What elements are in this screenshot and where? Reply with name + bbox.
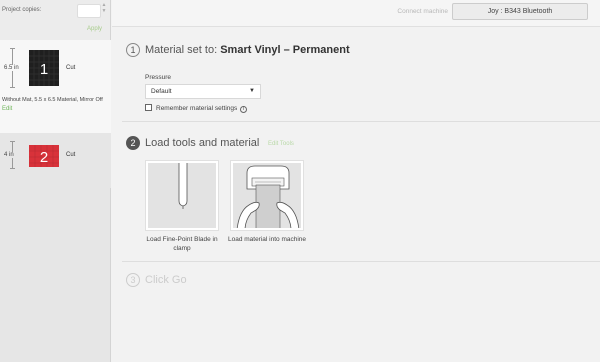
load-material-caption: Load material into machine: [227, 236, 307, 243]
mat-thumbnail-1[interactable]: 1: [29, 50, 59, 86]
apply-button[interactable]: Apply: [87, 26, 102, 32]
load-material-card: [230, 160, 304, 231]
mat-item-1[interactable]: 6.5 in 1 Cut Without Mat, 5.5 x 6.5 Mate…: [0, 40, 111, 133]
cut-label: Cut: [66, 65, 76, 71]
info-icon[interactable]: i: [240, 106, 248, 113]
mat-sidebar: Project copies: ▲ ▼ Apply 6.5 in 1 Cut Wi…: [0, 0, 111, 362]
remember-settings-row: Remember material settings i: [145, 104, 248, 113]
section-divider: [122, 261, 600, 262]
remember-settings-label: Remember material settings: [156, 105, 238, 112]
top-bar: Connect machine Joy : B343 Bluetooth: [112, 0, 600, 27]
load-blade-card: [145, 160, 219, 231]
step1-title: Material set to: Smart Vinyl – Permanent: [145, 44, 350, 56]
machine-load-illustration: [236, 165, 300, 228]
mat-number: 2: [40, 149, 48, 166]
mat-dimension: 4 in: [4, 152, 14, 158]
edit-mat-link[interactable]: Edit: [2, 106, 12, 112]
pressure-value: Default: [151, 88, 172, 95]
mat-dimension: 6.5 in: [4, 65, 19, 71]
step2-title: Load tools and material: [145, 137, 260, 149]
edit-tools-link[interactable]: Edit Tools: [268, 141, 294, 147]
project-copies-label: Project copies:: [2, 7, 42, 13]
load-blade-caption: Load Fine-Point Blade in clamp: [146, 236, 218, 252]
project-copies-section: Project copies: ▲ ▼ Apply: [0, 0, 110, 40]
mat-number: 1: [40, 61, 48, 78]
pressure-label: Pressure: [145, 74, 172, 81]
mat-thumbnail-2[interactable]: 2: [29, 145, 59, 167]
cut-label: Cut: [66, 152, 76, 158]
connect-machine-label: Connect machine: [397, 8, 448, 15]
remember-settings-checkbox[interactable]: [145, 104, 152, 111]
pressure-select[interactable]: Default ▼: [145, 84, 261, 99]
step-number-2: 2: [126, 136, 140, 150]
device-select-button[interactable]: Joy : B343 Bluetooth: [452, 3, 588, 20]
step3-title: Click Go: [145, 274, 187, 286]
mat-info: Without Mat, 5.5 x 6.5 Material, Mirror …: [2, 97, 103, 103]
chevron-up-down-icon[interactable]: ▲ ▼: [100, 2, 108, 14]
material-name[interactable]: Smart Vinyl – Permanent: [220, 44, 349, 56]
caret-down-icon: ▼: [249, 88, 255, 94]
step-number-1: 1: [126, 43, 140, 57]
blade-clamp-illustration: [178, 163, 188, 209]
step1-title-prefix: Material set to:: [145, 44, 221, 56]
project-copies-input[interactable]: [77, 4, 101, 18]
section-divider: [122, 121, 600, 122]
step-number-3: 3: [126, 273, 140, 287]
mat-item-2[interactable]: 4 in 2 Cut: [0, 133, 111, 188]
